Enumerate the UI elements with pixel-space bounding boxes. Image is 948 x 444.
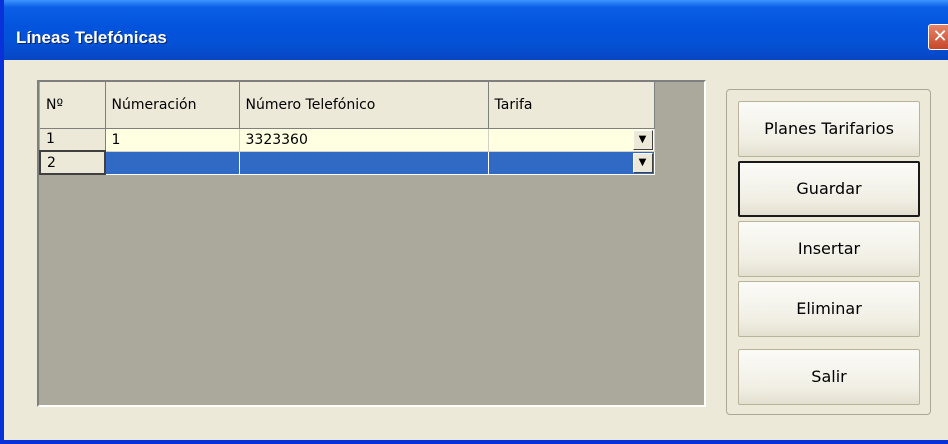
chevron-down-icon: ▼ <box>638 156 647 168</box>
tarifa-dropdown-button[interactable]: ▼ <box>632 152 653 173</box>
column-header-no[interactable]: Nº <box>40 82 106 129</box>
row-number-cell[interactable]: 1 <box>40 128 106 152</box>
exit-button[interactable]: Salir <box>738 349 920 405</box>
tarifa-dropdown-button[interactable]: ▼ <box>632 129 653 150</box>
window-title: Líneas Telefónicas <box>16 28 167 47</box>
numeracion-cell[interactable] <box>105 151 240 175</box>
numeracion-cell[interactable]: 1 <box>105 128 240 152</box>
delete-button[interactable]: Eliminar <box>738 281 920 337</box>
chevron-down-icon: ▼ <box>638 133 647 145</box>
column-header-tarifa[interactable]: Tarifa <box>488 82 655 129</box>
grid-table: Nº Númeración Número Telefónico Tarifa 1… <box>39 82 655 175</box>
tarifa-cell[interactable]: ▼ <box>488 151 655 175</box>
title-bar[interactable]: Líneas Telefónicas ✕ <box>4 0 948 60</box>
table-row[interactable]: 2 ▼ <box>39 150 655 175</box>
column-header-numeracion[interactable]: Númeración <box>105 82 240 129</box>
telefono-cell[interactable]: 3323360 <box>239 128 489 152</box>
dialog-client-area: Nº Númeración Número Telefónico Tarifa 1… <box>8 60 948 440</box>
table-row[interactable]: 1 1 3323360 ▼ <box>40 128 655 152</box>
close-button[interactable]: ✕ <box>928 24 948 50</box>
phone-lines-grid[interactable]: Nº Númeración Número Telefónico Tarifa 1… <box>37 80 706 407</box>
telefono-cell[interactable] <box>239 151 489 175</box>
row-number-cell[interactable]: 2 <box>39 150 106 175</box>
grid-header-row: Nº Númeración Número Telefónico Tarifa <box>40 82 655 129</box>
button-panel: Planes Tarifarios Guardar Insertar Elimi… <box>726 89 931 415</box>
planes-tarifarios-button[interactable]: Planes Tarifarios <box>738 101 920 157</box>
tarifa-cell[interactable]: ▼ <box>488 128 655 152</box>
dialog-window: Líneas Telefónicas ✕ Nº Númeración Númer… <box>0 0 948 444</box>
column-header-telefono[interactable]: Número Telefónico <box>239 82 489 129</box>
insert-button[interactable]: Insertar <box>738 221 920 277</box>
close-icon: ✕ <box>932 26 948 47</box>
save-button[interactable]: Guardar <box>738 161 920 217</box>
